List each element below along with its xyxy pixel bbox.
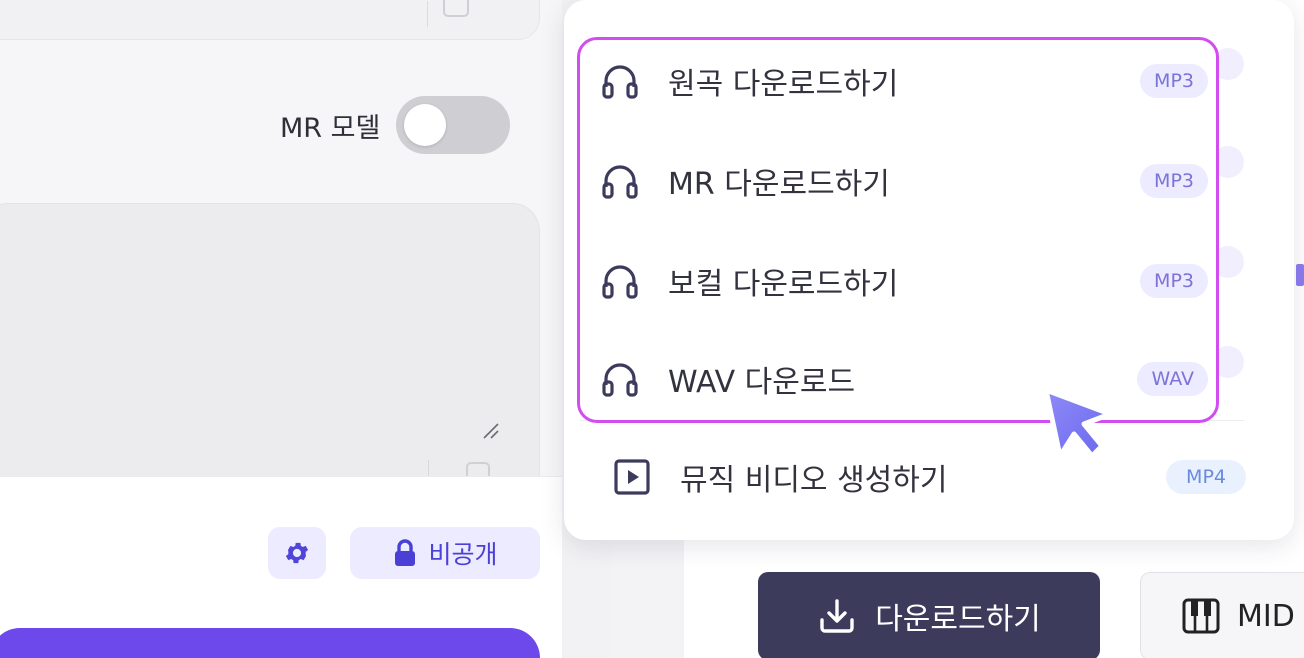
gear-icon [285,542,309,564]
piano-icon [1182,598,1220,634]
headphones-icon [598,259,642,303]
format-badge: MP4 [1166,460,1246,494]
headphones-icon [598,159,642,203]
menu-item-mr[interactable]: MR 다운로드하기 MP3 [580,136,1216,226]
visibility-button[interactable]: 비공개 [350,527,540,579]
format-badge: MP3 [1140,164,1208,198]
format-badge: MP3 [1140,64,1208,98]
copy-icon[interactable] [443,0,469,17]
lock-icon [395,539,416,566]
menu-item-wav[interactable]: WAV 다운로드 WAV [580,334,1216,424]
midi-label: MID [1237,598,1295,634]
resize-handle-icon[interactable] [482,422,500,440]
format-badge: MP3 [1140,264,1208,298]
headphones-icon [598,59,642,103]
play-square-icon [610,455,654,499]
download-button[interactable]: 다운로드하기 [758,572,1100,658]
mr-model-row: MR 모델 [280,96,511,154]
menu-item-label: 뮤직 비디오 생성하기 [680,463,948,498]
menu-item-label: 보컬 다운로드하기 [668,267,899,302]
download-icon [820,599,854,633]
menu-item-original[interactable]: 원곡 다운로드하기 MP3 [580,36,1216,126]
pointer-cursor-icon [1043,387,1113,459]
settings-button[interactable] [268,527,326,579]
menu-item-label: 원곡 다운로드하기 [668,67,899,102]
visibility-label: 비공개 [428,540,498,569]
top-input-field[interactable] [0,0,540,40]
mr-model-label: MR 모델 [280,112,381,144]
headphones-icon [598,357,642,401]
create-button[interactable] [0,628,540,658]
midi-button[interactable]: MID [1140,572,1304,658]
input-separator [427,1,428,27]
mr-model-toggle[interactable] [396,96,511,154]
download-label: 다운로드하기 [875,602,1041,637]
format-badge: WAV [1137,362,1208,396]
lyrics-textarea[interactable] [0,203,540,503]
menu-item-vocal[interactable]: 보컬 다운로드하기 MP3 [580,236,1216,326]
toggle-knob [404,104,447,146]
menu-item-music-video[interactable]: 뮤직 비디오 생성하기 MP4 [580,432,1246,522]
scroll-indicator [1296,264,1304,286]
menu-item-label: MR 다운로드하기 [668,167,890,202]
menu-item-label: WAV 다운로드 [668,365,856,400]
